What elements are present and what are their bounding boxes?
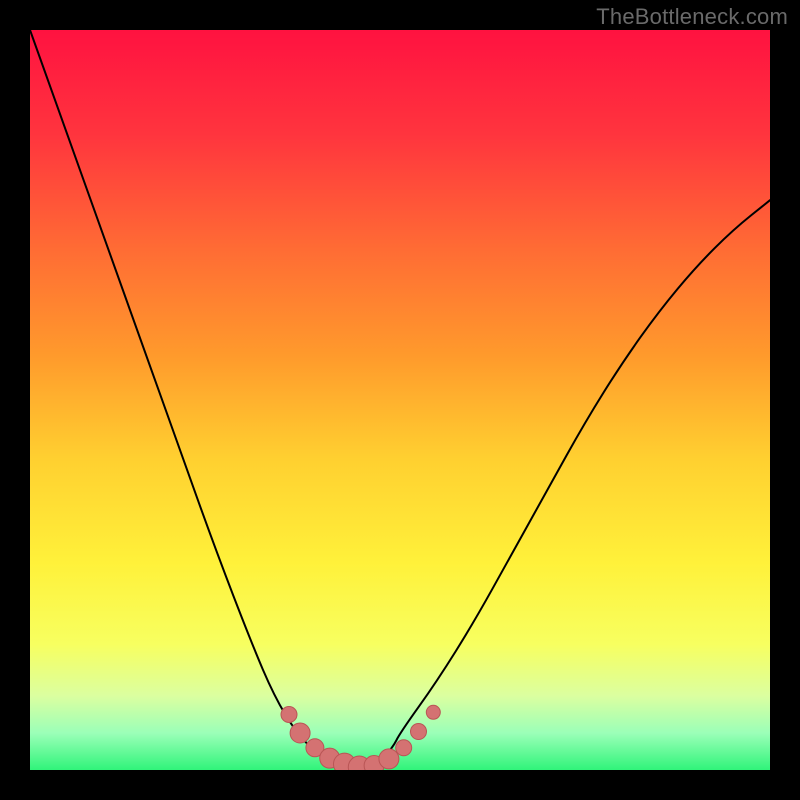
data-point [396,740,412,756]
plot-area [30,30,770,770]
chart-container: TheBottleneck.com [0,0,800,800]
data-point [290,723,310,743]
data-point [426,705,440,719]
data-point [379,749,399,769]
gradient-background [30,30,770,770]
data-point [411,724,427,740]
watermark-text: TheBottleneck.com [596,4,788,30]
data-point [281,707,297,723]
chart-svg [30,30,770,770]
